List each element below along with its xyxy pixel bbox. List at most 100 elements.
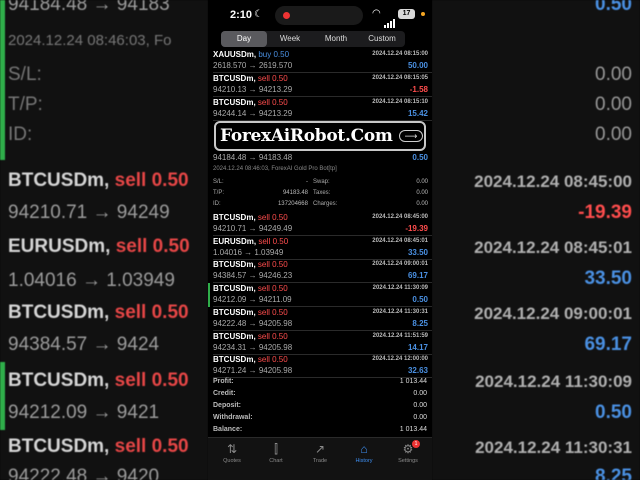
trade-prices: 94210.71 → 94249.49 [213, 224, 293, 233]
trade-row[interactable]: BTCUSDm, sell 0.50 2024.12.24 11:51:59 942… [208, 331, 432, 355]
trade-row[interactable]: EURUSDm, sell 0.50 2024.12.24 08:45:01 1.0… [208, 236, 432, 260]
summary-value: 1 013.44 [399, 378, 427, 385]
bg-top-price: 94184.48 → 94183 [8, 0, 170, 15]
banner-text: ForexAiRobot.Com [220, 126, 393, 146]
watermark-banner: ForexAiRobot.Com ⟶ [214, 121, 426, 151]
summary-label: Deposit: [213, 402, 241, 409]
quotes-icon: ⇅ [226, 442, 238, 456]
trade-row[interactable]: BTCUSDm, sell 0.50 2024.12.24 08:45:00 942… [208, 212, 432, 236]
trade-symbol: BTCUSDm, sell 0.50 [213, 213, 288, 222]
trade-side: sell 0.50 [257, 331, 288, 341]
bg-id: ID: [8, 124, 33, 145]
bottom-tab-bar: ⇅ Quotes ⫿ Chart ↗ Trade ⌂ History ⚙ Set… [208, 437, 432, 480]
trade-icon: ↗ [314, 442, 326, 456]
trade-side: sell 0.50 [258, 236, 289, 246]
recording-icon [283, 12, 290, 19]
trade-symbol: BTCUSDm, sell 0.50 [213, 331, 288, 341]
signal-icon [384, 10, 396, 28]
tab-chart[interactable]: ⫿ Chart [256, 442, 296, 464]
trade-date: 2024.12.24 08:45:01 [372, 237, 428, 244]
trade-prices: 1.04016 → 1.03949 [213, 247, 284, 257]
wifi-icon: ◠ [372, 8, 381, 19]
trade-symbol: BTCUSDm, sell 0.50 [213, 284, 288, 294]
tab-day[interactable]: Day [221, 31, 267, 47]
trade-symbol: BTCUSDm, sell 0.50 [213, 74, 288, 83]
tab-custom[interactable]: Custom [359, 31, 405, 47]
privacy-indicator [421, 12, 425, 16]
trade-date: 2024.12.24 11:51:59 [372, 332, 428, 339]
summary-row: Balance: 1 013.44 [213, 426, 427, 437]
bg-r3-date: 2024.12.24 09:00:01 [474, 304, 632, 323]
bg-header: 2024.12.24 08:46:03, Fo [8, 32, 172, 49]
summary-label: Credit: [213, 390, 236, 397]
trade-details: 2024.12.24 08:46:03, ForexAI Gold Pro Bo… [208, 162, 432, 212]
trade-date: 2024.12.24 08:15:00 [372, 51, 428, 57]
trade-row[interactable]: BTCUSDm, sell 0.50 2024.12.24 09:00:01 943… [208, 259, 432, 283]
bg-r1-side: sell 0.50 [114, 170, 189, 191]
bg-sl: S/L: [8, 64, 42, 85]
trade-profit: 14.17 [407, 342, 428, 352]
status-time: 2:10 [230, 9, 253, 21]
trade-prices: 94234.31 → 94205.98 [213, 342, 293, 352]
trade-symbol: BTCUSDm, sell 0.50 [213, 260, 288, 270]
trade-side: sell 0.50 [257, 213, 288, 222]
chart-icon: ⫿ [274, 442, 278, 456]
trade-prices: 94210.13 → 94213.29 [213, 85, 293, 94]
trade-row[interactable]: BTCUSDm, sell 0.50 2024.12.24 12:00:00 942… [208, 354, 432, 378]
trade-side: sell 0.50 [257, 74, 288, 83]
summary-label: Withdrawal: [213, 414, 253, 421]
bg-sl-value: 0.00 [595, 64, 632, 85]
bg-r1-profit: -19.39 [578, 202, 632, 223]
bg-r5-date: 2024.12.24 11:30:31 [475, 438, 632, 457]
id-value: 137204668 [277, 201, 308, 207]
dynamic-island [275, 6, 363, 25]
trade-date: 2024.12.24 12:00:00 [372, 356, 428, 363]
tp-value: 94183.48 [282, 190, 308, 196]
trade-profit: 32.63 [407, 366, 428, 376]
status-bar: 2:10 ☾ ◠ 17 [208, 0, 432, 28]
trade-symbol: BTCUSDm, sell 0.50 [213, 307, 288, 317]
tab-quotes[interactable]: ⇅ Quotes [212, 442, 252, 464]
details-header: 2024.12.24 08:46:03, ForexAI Gold Pro Bo… [213, 166, 337, 172]
tab-month[interactable]: Month [313, 31, 359, 47]
tab-history[interactable]: ⌂ History [344, 442, 384, 464]
tab-trade[interactable]: ↗ Trade [300, 442, 340, 464]
trade-date: 2024.12.24 08:15:05 [372, 75, 428, 81]
bg-r5-symbol: BTCUSDm, [8, 436, 110, 457]
trade-row[interactable]: BTCUSDm, sell 0.50 2024.12.24 08:15:10 942… [208, 97, 432, 121]
summary-value: 1 013.44 [399, 426, 427, 433]
trade-symbol: BTCUSDm, sell 0.50 [213, 98, 288, 107]
trade-row[interactable]: BTCUSDm, sell 0.50 2024.12.24 11:30:31 942… [208, 307, 432, 331]
settings-icon: ⚙ [402, 442, 414, 456]
trade-row[interactable]: BTCUSDm, sell 0.50 2024.12.24 08:15:05 942… [208, 73, 432, 97]
bg-r3-symbol: BTCUSDm, [8, 302, 110, 323]
settings-badge: 1 [412, 440, 420, 448]
summary-label: Profit: [213, 378, 234, 385]
trade-prices: 94384.57 → 94246.23 [213, 271, 293, 281]
bg-r2-date: 2024.12.24 08:45:01 [474, 238, 632, 257]
trade-prices: 94184.48 → 94183.48 [213, 153, 293, 162]
bg-r5-price: 94222.48 → 9420 [8, 466, 160, 480]
trade-symbol: BTCUSDm, sell 0.50 [213, 355, 288, 365]
background-right: 0.50 0.00 0.00 0.00 2024.12.24 08:45:00 … [432, 0, 640, 480]
moon-icon: ☾ [254, 9, 263, 20]
trade-profit: 8.25 [412, 318, 428, 328]
bg-r3-side: sell 0.50 [114, 302, 189, 323]
swap-label: Swap: [313, 179, 330, 185]
trade-side: sell 0.50 [257, 284, 288, 294]
trade-row[interactable]: XAUUSDm, buy 0.50 2024.12.24 08:15:00 2618… [208, 49, 432, 73]
tp-label: T/P: [213, 190, 225, 196]
tab-settings[interactable]: ⚙ Settings 1 [388, 440, 428, 464]
sl-value: - [306, 179, 308, 185]
bg-r4-symbol: BTCUSDm, [8, 370, 110, 391]
tab-week[interactable]: Week [267, 31, 313, 47]
bg-r1-symbol: BTCUSDm, [8, 170, 110, 191]
sl-label: S/L: [213, 179, 224, 185]
bg-highlight-bar-2 [0, 362, 5, 430]
trade-profit: 15.42 [407, 109, 428, 118]
bg-highlight-bar [0, 0, 5, 160]
trade-side: sell 0.50 [257, 307, 288, 317]
bg-r3-price: 94384.57 → 9424 [8, 334, 160, 355]
trade-prices: 2618.570 → 2619.570 [213, 61, 293, 70]
trade-row[interactable]: BTCUSDm, sell 0.50 2024.12.24 11:30:09 942… [208, 283, 432, 308]
